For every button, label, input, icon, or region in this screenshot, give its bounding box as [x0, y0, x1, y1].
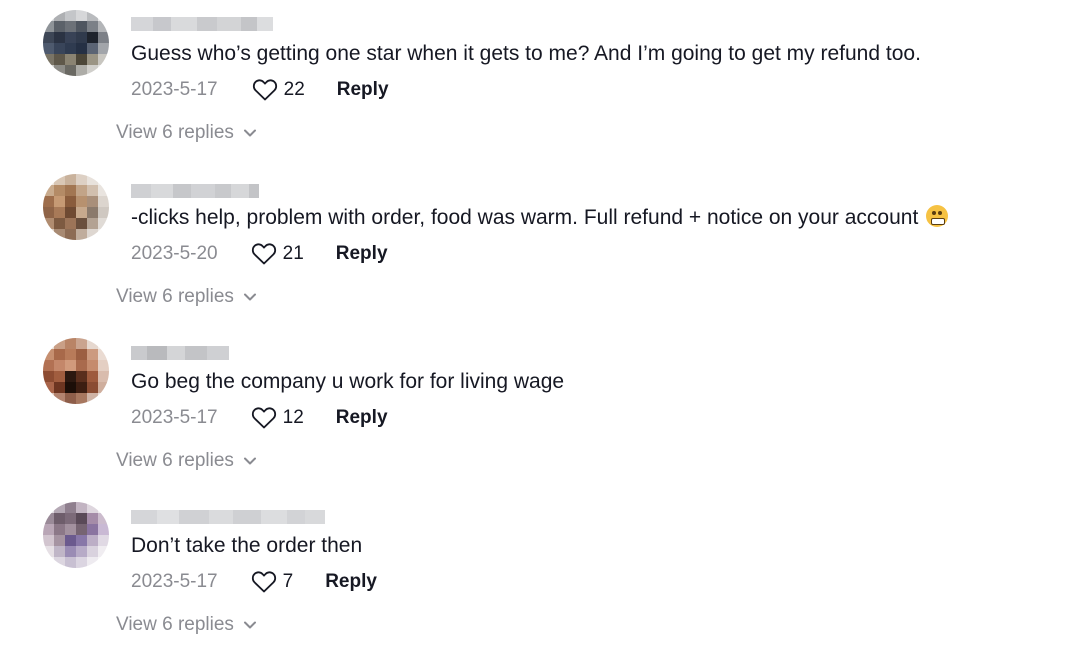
like-count: 22: [283, 79, 305, 100]
chevron-down-icon: [243, 621, 256, 629]
username-blurred[interactable]: [131, 510, 325, 524]
comment-date: 2023-5-17: [131, 571, 218, 592]
view-replies-label: View 6 replies: [116, 450, 234, 471]
avatar[interactable]: [43, 502, 109, 568]
comment-item: Go beg the company u work for for living…: [0, 328, 1080, 492]
view-replies-label: View 6 replies: [116, 122, 234, 143]
like-count: 12: [282, 407, 304, 428]
reply-button[interactable]: Reply: [336, 243, 388, 265]
like-button[interactable]: 22: [252, 78, 305, 102]
comment-text: Go beg the company u work for for living…: [131, 370, 565, 393]
view-replies-button[interactable]: View 6 replies: [116, 614, 257, 636]
comment-item: Guess who’s getting one star when it get…: [0, 0, 1080, 164]
chevron-down-icon: [243, 457, 256, 465]
comment-text: Don’t take the order then: [131, 534, 363, 557]
username-blurred[interactable]: [131, 184, 259, 198]
like-count: 21: [282, 243, 304, 264]
comment-date: 2023-5-17: [131, 407, 218, 428]
comment-text-body: -clicks help, problem with order, food w…: [131, 206, 919, 229]
comment-item: -clicks help, problem with order, food w…: [0, 164, 1080, 328]
comment-meta: 2023-5-20 21 Reply: [131, 240, 388, 268]
like-count: 7: [282, 571, 294, 592]
view-replies-button[interactable]: View 6 replies: [116, 122, 257, 144]
grimacing-face-emoji: [926, 205, 949, 227]
view-replies-label: View 6 replies: [116, 614, 234, 635]
view-replies-button[interactable]: View 6 replies: [116, 450, 257, 472]
view-replies-label: View 6 replies: [116, 286, 234, 307]
comment-text: Guess who’s getting one star when it get…: [131, 42, 921, 65]
chevron-down-icon: [243, 129, 256, 137]
avatar[interactable]: [43, 10, 109, 76]
username-blurred[interactable]: [131, 346, 229, 360]
comment-date: 2023-5-17: [131, 79, 218, 100]
comment-meta: 2023-5-17 7 Reply: [131, 568, 377, 596]
comment-meta: 2023-5-17 12 Reply: [131, 404, 388, 432]
view-replies-button[interactable]: View 6 replies: [116, 286, 257, 308]
reply-button[interactable]: Reply: [325, 571, 377, 593]
like-button[interactable]: 7: [251, 570, 294, 594]
heart-outline-icon: [252, 79, 277, 101]
avatar[interactable]: [43, 174, 109, 240]
heart-outline-icon: [251, 243, 276, 265]
username-blurred[interactable]: [131, 17, 273, 31]
like-button[interactable]: 12: [251, 406, 304, 430]
comment-meta: 2023-5-17 22 Reply: [131, 76, 389, 104]
heart-outline-icon: [251, 571, 276, 593]
avatar[interactable]: [43, 338, 109, 404]
comment-item: Don’t take the order then 2023-5-17 7 Re…: [0, 492, 1080, 656]
reply-button[interactable]: Reply: [336, 407, 388, 429]
reply-button[interactable]: Reply: [337, 79, 389, 101]
comment-date: 2023-5-20: [131, 243, 218, 264]
like-button[interactable]: 21: [251, 242, 304, 266]
chevron-down-icon: [243, 293, 256, 301]
comment-text: -clicks help, problem with order, food w…: [131, 205, 949, 231]
heart-outline-icon: [251, 407, 276, 429]
